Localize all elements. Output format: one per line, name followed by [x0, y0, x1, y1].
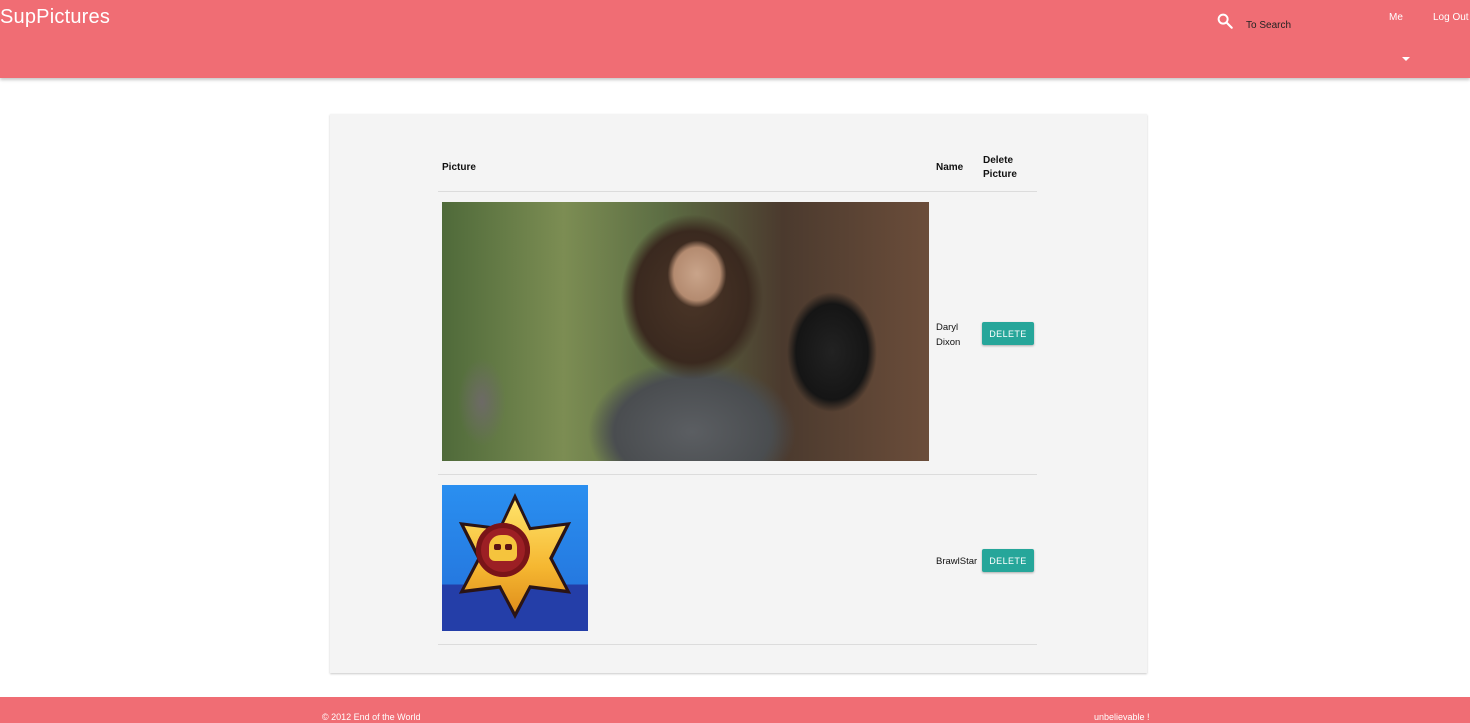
column-header-name: Name [936, 162, 964, 173]
nav-link-me[interactable]: Me [1389, 12, 1403, 23]
chevron-down-icon[interactable] [1402, 57, 1410, 61]
nav-link-logout[interactable]: Log Out [1433, 12, 1469, 23]
brand-logo-text[interactable]: SupPictures [0, 6, 110, 29]
picture-name: BrawlStar [936, 556, 978, 567]
row-divider [438, 644, 1037, 645]
top-navbar: SupPictures Me Log Out [0, 0, 1470, 78]
column-header-delete: Delete Picture [983, 155, 1017, 180]
pictures-card: Picture Name Delete Picture Daryl Dixon … [330, 114, 1147, 673]
row-divider [438, 474, 1037, 475]
page-footer: © 2012 End of the World unbelievable ! [0, 697, 1470, 723]
picture-name: Daryl Dixon [936, 322, 961, 348]
search-icon[interactable] [1216, 12, 1234, 30]
skull-icon [489, 535, 517, 561]
column-header-picture: Picture [442, 162, 476, 173]
delete-button[interactable]: DELETE [982, 549, 1034, 572]
search-input[interactable] [1240, 16, 1382, 34]
header-divider [438, 191, 1037, 192]
footer-copyright: © 2012 End of the World [322, 712, 421, 722]
footer-tagline: unbelievable ! [1094, 712, 1150, 722]
picture-thumbnail [442, 202, 929, 461]
delete-button[interactable]: DELETE [982, 322, 1034, 345]
picture-thumbnail [442, 485, 588, 631]
